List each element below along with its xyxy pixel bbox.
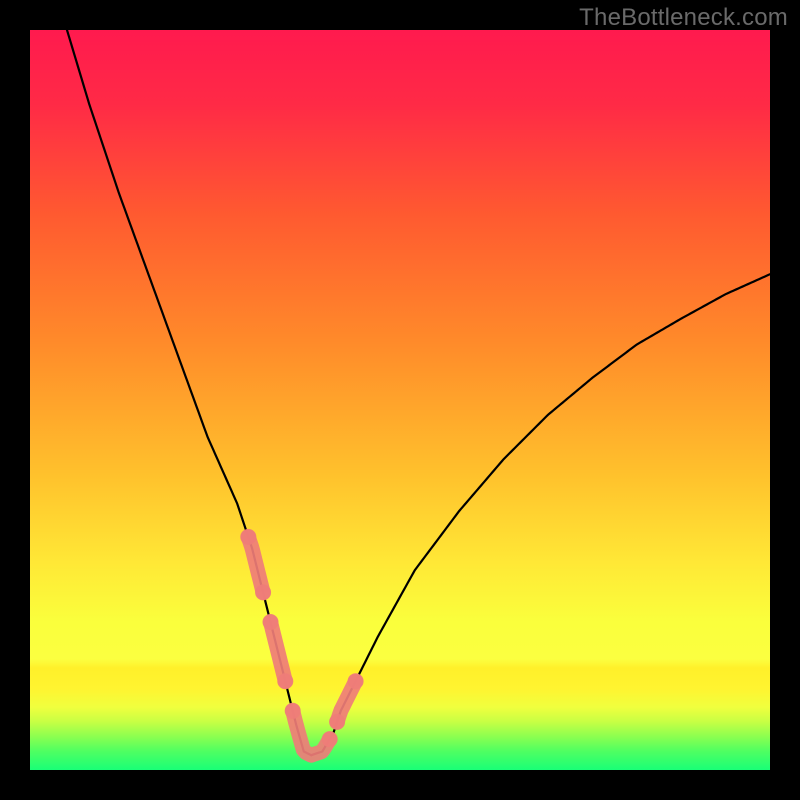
plot-area	[30, 30, 770, 770]
gradient-bg	[30, 30, 770, 770]
watermark-text: TheBottleneck.com	[579, 4, 788, 32]
chart-svg	[30, 30, 770, 770]
marker-dot	[240, 529, 256, 545]
marker-dot	[348, 673, 364, 689]
marker-dot	[329, 714, 345, 730]
marker-dot	[277, 673, 293, 689]
marker-dot	[255, 584, 271, 600]
frame: TheBottleneck.com	[0, 0, 800, 800]
marker-dot	[285, 703, 301, 719]
marker-dot	[322, 731, 338, 747]
marker-dot	[263, 614, 279, 630]
